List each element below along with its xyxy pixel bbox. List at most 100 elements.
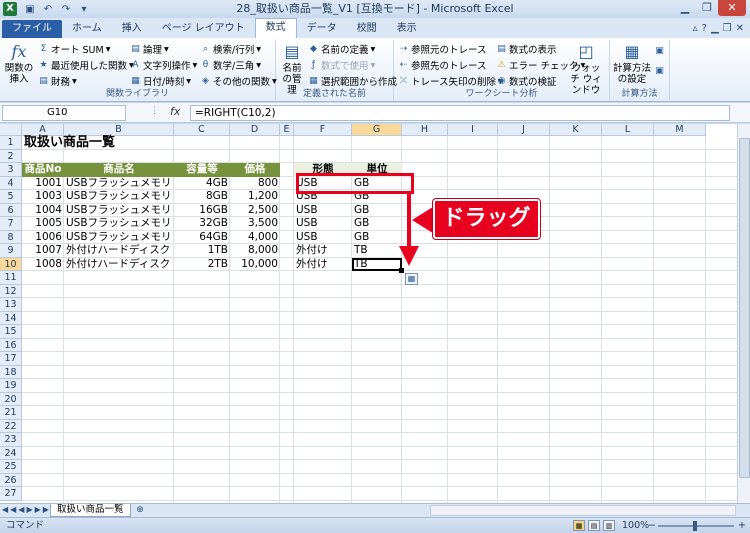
horizontal-scrollbar[interactable] bbox=[430, 505, 736, 516]
autofill-options-icon[interactable]: ▦ bbox=[405, 273, 418, 285]
insert-function-fx-icon[interactable]: fx bbox=[170, 105, 180, 118]
row-header-3[interactable]: 3 bbox=[0, 163, 22, 177]
row-header-16[interactable]: 16 bbox=[0, 338, 22, 352]
column-header-g[interactable]: G bbox=[352, 124, 402, 136]
vertical-scroll-thumb[interactable] bbox=[739, 138, 750, 478]
column-header-i[interactable]: I bbox=[448, 124, 498, 136]
row-header-14[interactable]: 14 bbox=[0, 311, 22, 325]
price-cell[interactable]: 8,000 bbox=[230, 244, 280, 258]
row-header-15[interactable]: 15 bbox=[0, 325, 22, 339]
row-header-2[interactable]: 2 bbox=[0, 149, 22, 163]
header-cell[interactable]: 商品No bbox=[22, 163, 64, 177]
help-icon[interactable]: ? bbox=[702, 20, 707, 38]
close-button[interactable]: ✕ bbox=[718, 0, 746, 16]
calculation-options-button[interactable]: ▦ 計算方法の設定 bbox=[612, 42, 652, 85]
vertical-scrollbar[interactable] bbox=[737, 124, 750, 503]
trace-dependents-button[interactable]: ⇠ 参照先のトレース bbox=[398, 58, 487, 73]
capacity-cell[interactable]: 16GB bbox=[174, 204, 230, 218]
row-header-5[interactable]: 5 bbox=[0, 190, 22, 204]
restore-button[interactable]: ❐ bbox=[696, 0, 718, 16]
form-cell[interactable]: USB bbox=[294, 204, 352, 218]
capacity-cell[interactable]: 8GB bbox=[174, 190, 230, 204]
tab-3[interactable]: ページ レイアウト bbox=[152, 20, 255, 38]
select-all-corner[interactable] bbox=[0, 124, 22, 136]
page-layout-view-icon[interactable]: ▤ bbox=[588, 520, 600, 531]
product-no-cell[interactable]: 1008 bbox=[22, 258, 64, 272]
form-cell[interactable]: 外付け bbox=[294, 244, 352, 258]
tab-4[interactable]: 数式 bbox=[254, 18, 297, 38]
price-cell[interactable]: 800 bbox=[230, 177, 280, 191]
normal-view-icon[interactable]: ▦ bbox=[573, 520, 585, 531]
capacity-cell[interactable]: 32GB bbox=[174, 217, 230, 231]
insert-function-button[interactable]: fx 関数の挿入 bbox=[2, 42, 36, 85]
save-icon[interactable]: ▣ bbox=[23, 4, 37, 15]
capacity-cell[interactable]: 64GB bbox=[174, 231, 230, 245]
logical-button[interactable]: ▤ 論理 ▾ bbox=[130, 42, 169, 57]
sheet-nav-icon[interactable]: ◀◀◀▶▶▶ bbox=[2, 505, 51, 514]
price-cell[interactable]: 1,200 bbox=[230, 190, 280, 204]
unit-cell[interactable]: GB bbox=[352, 204, 402, 218]
calculate-now-button[interactable]: ▣ bbox=[654, 46, 665, 57]
price-cell[interactable]: 4,000 bbox=[230, 231, 280, 245]
text-button[interactable]: A 文字列操作 ▾ bbox=[130, 58, 197, 73]
header-cell[interactable]: 価格 bbox=[230, 163, 280, 177]
use-in-formula-button[interactable]: ƒ 数式で使用 ▾ bbox=[308, 58, 375, 73]
tab-2[interactable]: 挿入 bbox=[112, 20, 152, 38]
form-cell[interactable]: 外付け bbox=[294, 258, 352, 272]
sheet-tab[interactable]: 取扱い商品一覧 bbox=[50, 504, 131, 517]
window-restore-icon[interactable]: ❐ bbox=[723, 20, 732, 38]
product-name-cell[interactable]: USBフラッシュメモリ bbox=[64, 190, 174, 204]
product-name-cell[interactable]: USBフラッシュメモリ bbox=[64, 204, 174, 218]
capacity-cell[interactable]: 4GB bbox=[174, 177, 230, 191]
row-header-26[interactable]: 26 bbox=[0, 473, 22, 487]
row-header-17[interactable]: 17 bbox=[0, 352, 22, 366]
row-header-8[interactable]: 8 bbox=[0, 230, 22, 244]
calculate-sheet-button[interactable]: ▣ bbox=[654, 66, 665, 77]
sheet-title-cell[interactable]: 取扱い商品一覧 bbox=[22, 136, 230, 150]
tab-1[interactable]: ホーム bbox=[62, 20, 112, 38]
fill-handle[interactable] bbox=[399, 268, 404, 273]
row-header-22[interactable]: 22 bbox=[0, 419, 22, 433]
tab-7[interactable]: 表示 bbox=[387, 20, 427, 38]
price-cell[interactable]: 2,500 bbox=[230, 204, 280, 218]
column-header-j[interactable]: J bbox=[498, 124, 550, 136]
name-box[interactable]: G10 bbox=[2, 105, 126, 121]
product-name-cell[interactable]: USBフラッシュメモリ bbox=[64, 217, 174, 231]
customize-qat-icon[interactable]: ▾ bbox=[77, 4, 91, 15]
row-header-13[interactable]: 13 bbox=[0, 298, 22, 312]
column-header-k[interactable]: K bbox=[550, 124, 602, 136]
form-cell[interactable]: USB bbox=[294, 231, 352, 245]
row-header-21[interactable]: 21 bbox=[0, 406, 22, 420]
tab-6[interactable]: 校閲 bbox=[347, 20, 387, 38]
define-name-button[interactable]: ◆ 名前の定義 ▾ bbox=[308, 42, 375, 57]
window-minimize-icon[interactable]: ▁ bbox=[711, 20, 719, 38]
minimize-button[interactable]: ▁ bbox=[674, 0, 696, 16]
product-no-cell[interactable]: 1001 bbox=[22, 177, 64, 191]
column-header-f[interactable]: F bbox=[294, 124, 352, 136]
redo-icon[interactable]: ↷ bbox=[59, 4, 73, 15]
column-header-h[interactable]: H bbox=[402, 124, 448, 136]
row-header-1[interactable]: 1 bbox=[0, 136, 22, 150]
product-no-cell[interactable]: 1007 bbox=[22, 244, 64, 258]
row-header-20[interactable]: 20 bbox=[0, 392, 22, 406]
product-name-cell[interactable]: 外付けハードディスク bbox=[64, 258, 174, 272]
formula-input[interactable]: =RIGHT(C10,2) bbox=[190, 105, 730, 121]
row-header-12[interactable]: 12 bbox=[0, 284, 22, 298]
row-header-19[interactable]: 19 bbox=[0, 379, 22, 393]
page-break-view-icon[interactable]: ▥ bbox=[603, 520, 615, 531]
column-header-m[interactable]: M bbox=[654, 124, 706, 136]
window-close-icon[interactable]: ✕ bbox=[736, 20, 744, 38]
zoom-out-button[interactable]: − bbox=[648, 518, 656, 533]
insert-sheet-icon[interactable]: ⊕ bbox=[134, 505, 146, 516]
header-cell[interactable]: 容量等 bbox=[174, 163, 230, 177]
active-cell-selection[interactable] bbox=[352, 257, 402, 271]
autosum-button[interactable]: Σ オート SUM ▾ bbox=[38, 42, 111, 57]
product-no-cell[interactable]: 1003 bbox=[22, 190, 64, 204]
row-header-6[interactable]: 6 bbox=[0, 203, 22, 217]
price-cell[interactable]: 3,500 bbox=[230, 217, 280, 231]
form-cell[interactable]: USB bbox=[294, 217, 352, 231]
row-header-23[interactable]: 23 bbox=[0, 433, 22, 447]
trace-precedents-button[interactable]: ⇢ 参照元のトレース bbox=[398, 42, 487, 57]
row-header-24[interactable]: 24 bbox=[0, 446, 22, 460]
zoom-level[interactable]: 100% bbox=[622, 518, 649, 533]
